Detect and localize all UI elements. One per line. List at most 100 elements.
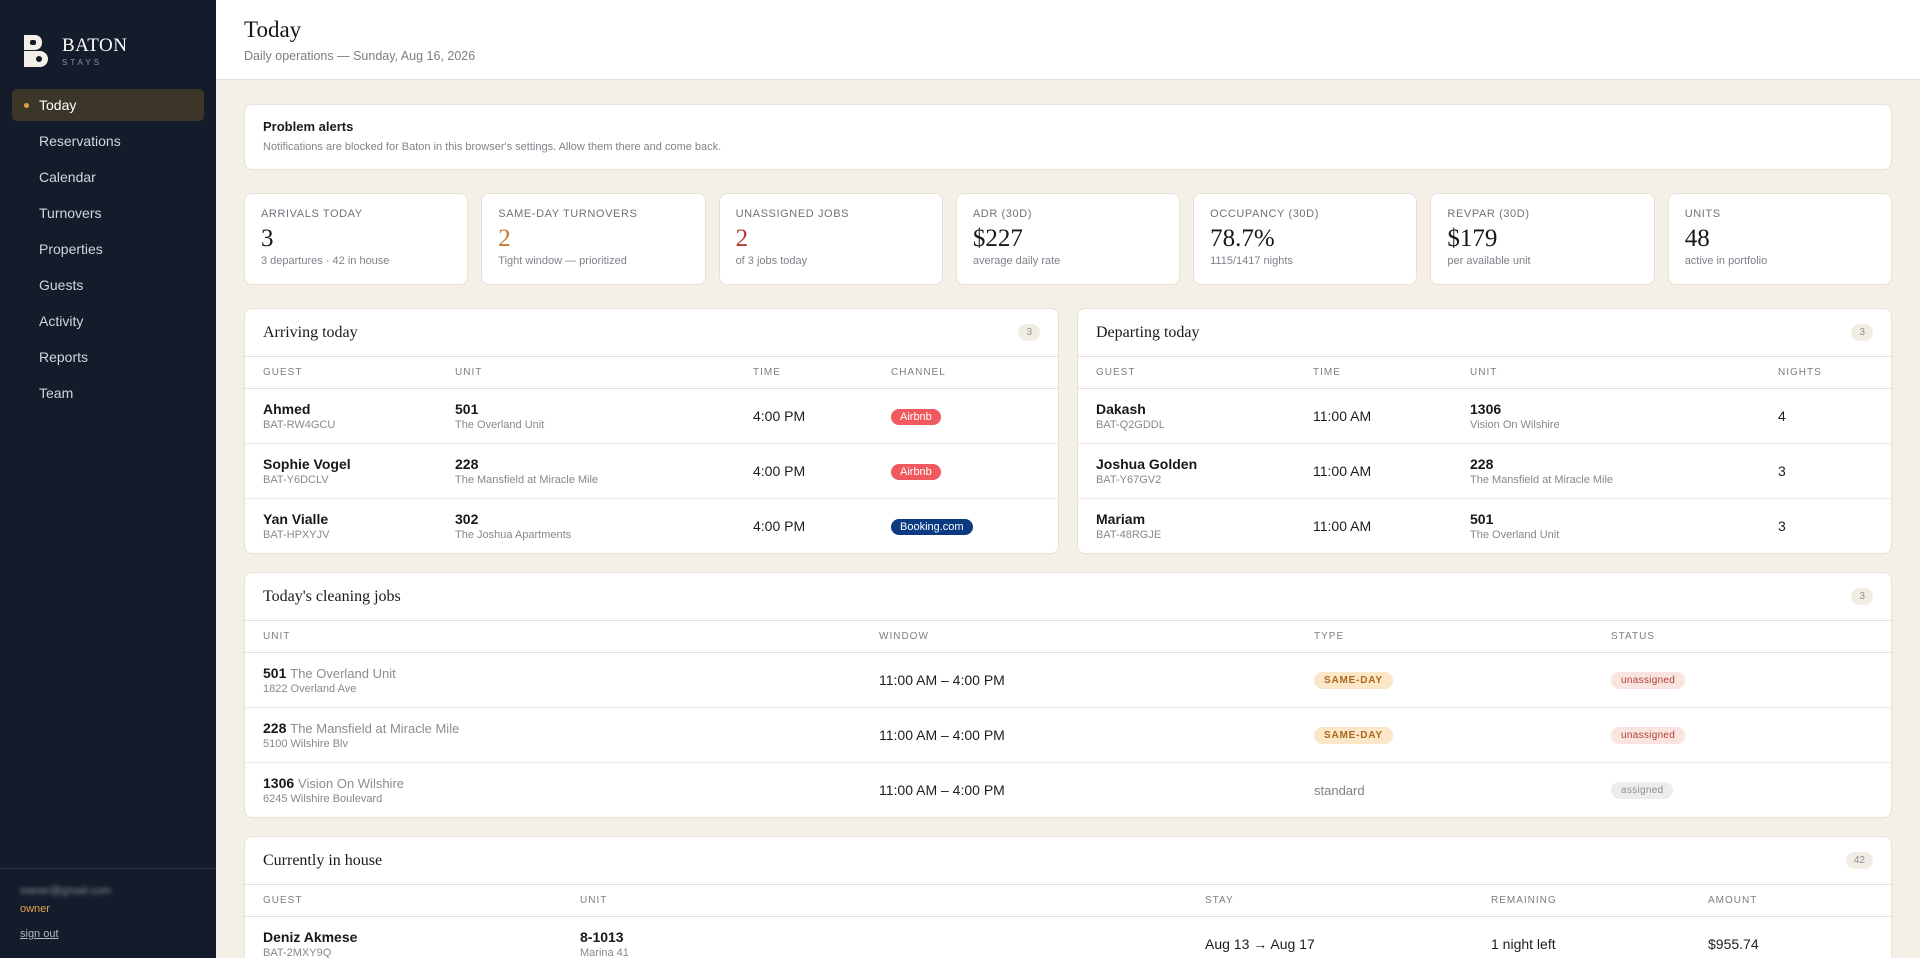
arrival-time: 4:00 PM xyxy=(753,517,806,534)
sidebar-item-reports[interactable]: Reports xyxy=(12,341,204,373)
cleaning-table: UNIT WINDOW TYPE STATUS 501 The Overland Un… xyxy=(245,621,1891,817)
sidebar-item-label: Reports xyxy=(39,349,89,365)
problem-alerts-card: Problem alerts Notifications are blocked… xyxy=(244,104,1892,170)
stat-value: 3 xyxy=(261,225,274,252)
table-row[interactable]: 501 The Overland Unit 1822 Overland Ave 11… xyxy=(245,652,1891,708)
unit-address: 6245 Wilshire Boulevard xyxy=(263,792,383,805)
sidebar-item-label: Guests xyxy=(39,277,84,293)
column-header: TIME xyxy=(735,357,873,389)
table-row[interactable]: Sophie Vogel BAT-Y6DCLV 228 The Mansfield a… xyxy=(245,443,1058,499)
column-header: GUEST xyxy=(1078,357,1295,389)
column-header: UNIT xyxy=(562,885,1187,917)
sidebar-item-label: Reservations xyxy=(39,133,121,149)
arrival-time: 4:00 PM xyxy=(735,443,873,499)
sidebar-item-team[interactable]: Team xyxy=(12,377,204,409)
unit-number: 8-1013 xyxy=(580,928,624,945)
panel-title: Today's cleaning jobs xyxy=(263,587,401,605)
departure-time: 11:00 AM xyxy=(1313,517,1372,534)
sidebar: BATON STAYS Today Reservations Calendar Tur… xyxy=(0,0,216,958)
sidebar-item-properties[interactable]: Properties xyxy=(12,233,204,265)
unit-name: The Joshua Apartments xyxy=(455,528,572,541)
sign-out-link[interactable]: sign out xyxy=(20,928,59,940)
booking-code: BAT-48RGJE xyxy=(1096,528,1162,541)
stat-label: OCCUPANCY (30D) xyxy=(1210,208,1319,220)
unit-number: 228 xyxy=(1470,455,1494,472)
table-row[interactable]: 228 The Mansfield at Miracle Mile 5100 Wi… xyxy=(245,707,1891,763)
table-row[interactable]: Dakash BAT-Q2GDDL 11:00 AM 1306 Vision On Wi… xyxy=(1078,388,1891,444)
table-row[interactable]: 1306 Vision On Wilshire 6245 Wilshire Bou… xyxy=(245,762,1891,817)
channel-badge: Airbnb xyxy=(891,463,941,480)
sidebar-item-calendar[interactable]: Calendar xyxy=(12,161,204,193)
baton-logo-icon xyxy=(24,35,48,67)
stat-value: $179 xyxy=(1447,225,1498,252)
sidebar-item-turnovers[interactable]: Turnovers xyxy=(12,197,204,229)
column-header: GUEST xyxy=(245,357,437,389)
stat-caption: average daily rate xyxy=(972,255,1061,267)
unit-name: Vision On Wilshire xyxy=(1470,418,1560,431)
stat-label: SAME-DAY TURNOVERS xyxy=(498,208,638,220)
page-header: Today Daily operations — Sunday, Aug 16,… xyxy=(216,0,1920,80)
cleaning-jobs-panel: Today's cleaning jobs 3 UNIT WINDOW TYPE ST… xyxy=(244,572,1892,818)
unit-number: 228 xyxy=(263,719,287,736)
column-header: STATUS xyxy=(1593,621,1891,653)
count-badge: 3 xyxy=(1018,324,1040,341)
column-header: TIME xyxy=(1295,357,1452,389)
column-header: UNIT xyxy=(1452,357,1760,389)
stat-card: OCCUPANCY (30D) 78.7% 1115/1417 nights xyxy=(1193,193,1418,285)
column-header: UNIT xyxy=(245,621,861,653)
unit-number: 1306 xyxy=(1470,400,1502,417)
departing-table: GUEST TIME UNIT NIGHTS Dakash BAT-Q2GDDL 11:0… xyxy=(1078,357,1891,553)
sidebar-item-today[interactable]: Today xyxy=(12,89,204,121)
stat-card: SAME-DAY TURNOVERS 2 Tight window — priori… xyxy=(481,193,706,285)
guest-name: Ahmed xyxy=(263,400,311,417)
table-row[interactable]: Yan Vialle BAT-HPXYJV 302 The Joshua Apartm… xyxy=(245,498,1058,553)
stat-card: REVPAR (30D) $179 per available unit xyxy=(1430,193,1655,285)
sidebar-item-label: Properties xyxy=(39,241,103,257)
departing-today-panel: Departing today 3 GUEST TIME UNIT NIGHTS Da… xyxy=(1077,308,1892,554)
channel-badge: Airbnb xyxy=(891,408,941,425)
column-header: UNIT xyxy=(437,357,735,389)
unit-number: 302 xyxy=(455,510,479,527)
sidebar-item-label: Today xyxy=(39,97,77,113)
stat-card: ADR (30D) $227 average daily rate xyxy=(955,193,1181,285)
unit-name: The Mansfield at Miracle Mile xyxy=(1470,473,1614,486)
table-row[interactable]: Deniz Akmese BAT-2MXY9Q 8-1013 Marina 41 Aug… xyxy=(245,916,1891,958)
status-badge: assigned xyxy=(1611,782,1674,800)
brand-logo[interactable]: BATON STAYS xyxy=(0,0,216,80)
unit-number: 1306 xyxy=(263,774,295,791)
table-row[interactable]: Ahmed BAT-RW4GCU 501 The Overland Unit 4:00 … xyxy=(245,388,1058,444)
page-subtitle: Daily operations — Sunday, Aug 16, 2026 xyxy=(244,49,476,63)
arriving-today-panel: Arriving today 3 GUEST UNIT TIME CHANNEL Ah… xyxy=(244,308,1059,554)
unit-name: The Mansfield at Miracle Mile xyxy=(455,473,599,486)
booking-amount: $955.74 xyxy=(1708,935,1759,952)
stat-caption: Tight window — prioritized xyxy=(498,255,627,267)
stat-caption: 3 departures · 42 in house xyxy=(261,255,390,267)
nights-remaining: 1 night left xyxy=(1491,935,1556,952)
stat-card: UNASSIGNED JOBS 2 of 3 jobs today xyxy=(718,193,943,285)
unit-number: 501 xyxy=(455,400,479,417)
column-header: REMAINING xyxy=(1473,885,1690,917)
sidebar-nav: Today Reservations Calendar Turnovers Proper… xyxy=(0,80,216,409)
column-header: NIGHTS xyxy=(1760,357,1891,389)
stats-row: ARRIVALS TODAY 3 3 departures · 42 in hous… xyxy=(244,193,1892,285)
sidebar-item-guests[interactable]: Guests xyxy=(12,269,204,301)
stat-value: $227 xyxy=(972,225,1023,252)
departure-time: 11:00 AM xyxy=(1295,443,1452,499)
table-row[interactable]: Joshua Golden BAT-Y67GV2 11:00 AM 228 The Ma… xyxy=(1078,443,1891,499)
stat-caption: of 3 jobs today xyxy=(735,255,808,267)
sidebar-item-reservations[interactable]: Reservations xyxy=(12,125,204,157)
panel-title: Departing today xyxy=(1096,323,1200,341)
column-header: AMOUNT xyxy=(1690,885,1891,917)
stat-caption: 1115/1417 nights xyxy=(1210,255,1293,267)
table-row[interactable]: Mariam BAT-48RGJE 11:00 AM 501 The Overland … xyxy=(1078,498,1891,553)
unit-number: 228 xyxy=(455,455,479,472)
column-header: STAY xyxy=(1187,885,1473,917)
sidebar-item-activity[interactable]: Activity xyxy=(12,305,204,337)
column-header: GUEST xyxy=(245,885,562,917)
unit-name: The Overland Unit xyxy=(1470,528,1560,541)
count-badge: 3 xyxy=(1851,588,1873,605)
stat-label: REVPAR (30D) xyxy=(1447,208,1530,220)
type-badge: SAME-DAY xyxy=(1314,727,1393,744)
column-header: CHANNEL xyxy=(873,357,1058,389)
count-badge: 42 xyxy=(1845,852,1873,869)
